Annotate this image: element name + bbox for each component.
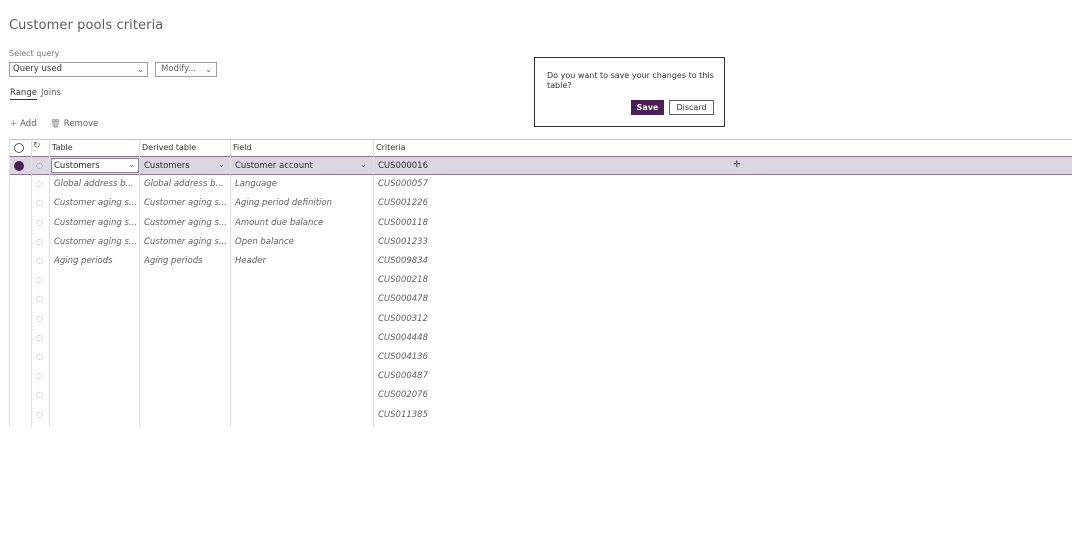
trash-icon: 🗑 — [50, 119, 61, 129]
cell-table[interactable]: Customer aging s... — [54, 218, 137, 228]
cell-criteria[interactable]: CUS000312 — [378, 314, 578, 324]
table-row[interactable]: ◌ Customer aging s... Customer aging s... O… — [9, 233, 1072, 252]
save-button[interactable]: Save — [631, 100, 664, 115]
tab-range[interactable]: Range — [10, 88, 37, 100]
row-check-icon[interactable] — [14, 161, 24, 171]
cell-field[interactable]: Language — [235, 179, 370, 189]
chevron-down-icon: ⌄ — [137, 65, 144, 74]
add-button[interactable]: + Add — [10, 119, 37, 129]
select-query-label: Select query — [9, 49, 60, 58]
save-changes-dialog: Do you want to save your changes to this… — [534, 57, 725, 127]
column-divider — [31, 139, 32, 427]
table-row[interactable]: ◌ CUS000478 — [9, 290, 1072, 309]
table-row[interactable]: ◌ CUS004448 — [9, 329, 1072, 348]
row-status-circle-icon: ◌ — [36, 352, 43, 361]
row-status-circle-icon: ◌ — [36, 313, 43, 323]
cell-derived-table[interactable]: Customer aging s... — [144, 198, 228, 208]
cell-derived-table[interactable]: Customers — [144, 161, 228, 171]
tab-joins[interactable]: Joins — [41, 88, 61, 98]
cell-criteria[interactable]: CUS000118 — [378, 218, 578, 228]
cell-field[interactable]: Aging period definition — [235, 198, 370, 208]
remove-button[interactable]: 🗑 Remove — [50, 119, 98, 129]
table-combobox-value: Customers — [54, 161, 100, 171]
plus-icon: + — [10, 119, 18, 129]
table-row[interactable]: ◌ Customer aging s... Customer aging s... A… — [9, 194, 1072, 213]
modify-label: Modify... — [161, 64, 197, 74]
cell-table[interactable]: Customer aging s... — [54, 198, 137, 208]
column-divider — [139, 139, 140, 427]
cell-criteria[interactable]: CUS000057 — [378, 179, 578, 189]
row-status-circle-icon: ◌ — [36, 236, 43, 246]
table-row[interactable]: ◌ Customers ⌄ Customers Customer account CUS0… — [9, 156, 1072, 175]
table-row[interactable]: ◌ CUS002076 — [9, 386, 1072, 405]
chevron-down-icon[interactable]: ⌄ — [218, 160, 225, 169]
page-title: Customer pools criteria — [9, 18, 164, 33]
cell-table[interactable]: Global address b... — [54, 179, 137, 189]
column-header-field[interactable]: Field — [233, 143, 251, 152]
row-status-circle-icon: ◌ — [36, 332, 43, 342]
table-combobox[interactable]: Customers ⌄ — [51, 158, 139, 173]
table-row[interactable]: ◌ CUS011385 — [9, 406, 1072, 425]
cell-table[interactable]: Customer aging s... — [54, 237, 137, 247]
row-status-circle-icon: ◌ — [36, 161, 43, 170]
column-header-criteria[interactable]: Criteria — [376, 143, 406, 152]
cell-criteria[interactable]: CUS004448 — [378, 333, 578, 343]
chevron-down-icon: ⌄ — [128, 160, 135, 169]
row-status-circle-icon: ◌ — [36, 390, 43, 400]
grid-border — [9, 139, 10, 427]
table-row[interactable]: ◌ CUS000487 — [9, 367, 1072, 386]
column-divider — [373, 139, 374, 427]
row-status-circle-icon: ◌ — [36, 256, 43, 265]
cell-criteria[interactable]: CUS000218 — [378, 275, 578, 285]
chevron-down-icon: ⌄ — [205, 65, 212, 74]
cell-criteria[interactable]: CUS000016 — [378, 161, 578, 171]
query-select[interactable]: Query used ⌄ — [9, 62, 148, 77]
cell-criteria[interactable]: CUS001226 — [378, 198, 578, 208]
table-row[interactable]: ◌ Global address b... Global address b... L… — [9, 175, 1072, 194]
cell-field[interactable]: Open balance — [235, 237, 370, 247]
row-status-circle-icon: ◌ — [36, 294, 43, 304]
select-all-circle-icon[interactable] — [14, 143, 24, 153]
table-row[interactable]: ◌ Customer aging s... Customer aging s... A… — [9, 214, 1072, 233]
table-row[interactable]: ◌ CUS000218 — [9, 271, 1072, 290]
cell-criteria[interactable]: CUS009834 — [378, 256, 578, 266]
row-status-circle-icon: ◌ — [36, 409, 43, 419]
cell-derived-table[interactable]: Customer aging s... — [144, 237, 228, 247]
cell-field[interactable]: Customer account — [235, 161, 370, 171]
table-row[interactable]: ◌ Aging periods Aging periods Header CUS0098… — [9, 252, 1072, 271]
row-status-circle-icon: ◌ — [36, 179, 43, 189]
row-status-circle-icon: ◌ — [36, 198, 43, 208]
row-status-circle-icon: ◌ — [36, 217, 43, 227]
column-divider — [49, 139, 50, 427]
cell-derived-table[interactable]: Customer aging s... — [144, 218, 228, 228]
modify-button[interactable]: Modify... ⌄ — [155, 62, 217, 77]
row-status-circle-icon: ◌ — [36, 371, 43, 381]
cell-derived-table[interactable]: Global address b... — [144, 179, 228, 189]
query-select-value: Query used — [13, 64, 62, 74]
cell-criteria[interactable]: CUS002076 — [378, 390, 578, 400]
cell-derived-table[interactable]: Aging periods — [144, 256, 228, 266]
cell-criteria[interactable]: CUS000478 — [378, 294, 578, 304]
grid-header: ↻ Table Derived table Field Criteria — [9, 139, 1072, 157]
table-row[interactable]: ◌ CUS000312 — [9, 310, 1072, 329]
row-status-circle-icon: ◌ — [36, 275, 43, 285]
chevron-down-icon[interactable]: ⌄ — [360, 160, 367, 169]
cell-criteria[interactable]: CUS001233 — [378, 237, 578, 247]
cell-criteria[interactable]: CUS004136 — [378, 352, 578, 362]
column-header-table[interactable]: Table — [52, 143, 73, 152]
dialog-message: Do you want to save your changes to this… — [547, 71, 714, 90]
cell-criteria[interactable]: CUS011385 — [378, 410, 578, 420]
column-divider — [230, 139, 231, 427]
column-header-derived-table[interactable]: Derived table — [142, 143, 196, 152]
cell-table[interactable]: Aging periods — [54, 256, 137, 266]
cell-criteria[interactable]: CUS000487 — [378, 371, 578, 381]
mouse-cursor-icon: ✛ — [733, 160, 741, 170]
discard-button[interactable]: Discard — [669, 100, 714, 115]
refresh-icon[interactable]: ↻ — [33, 141, 41, 151]
cell-field[interactable]: Header — [235, 256, 370, 266]
cell-field[interactable]: Amount due balance — [235, 218, 370, 228]
table-row[interactable]: ◌ CUS004136 — [9, 348, 1072, 367]
